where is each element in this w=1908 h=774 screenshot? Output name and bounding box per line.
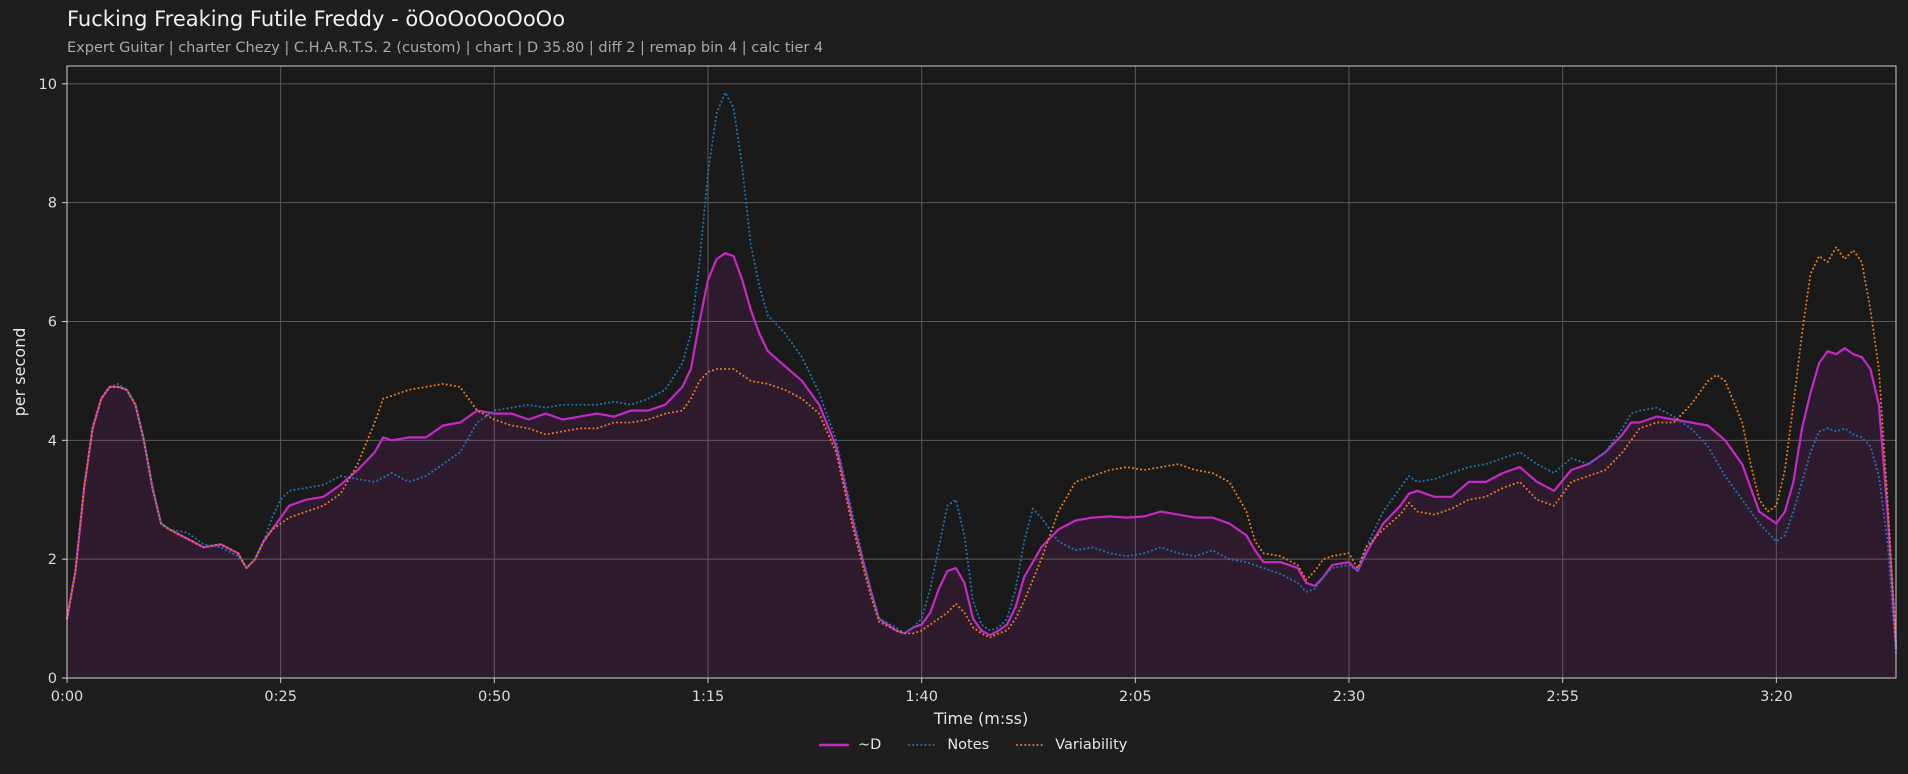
x-tick-label: 0:00 <box>51 689 84 705</box>
x-tick-label: 0:25 <box>264 689 297 705</box>
legend-item: Variability <box>1015 737 1127 753</box>
legend-item: Notes <box>907 737 989 753</box>
legend: ~D Notes Variability <box>818 737 1153 753</box>
legend-item: ~D <box>818 737 881 753</box>
y-tick-label: 8 <box>48 196 57 212</box>
y-tick-label: 4 <box>48 433 57 449</box>
legend-label: Variability <box>1055 737 1128 753</box>
legend-swatch <box>908 744 939 746</box>
x-tick-label: 0:50 <box>478 689 511 705</box>
x-tick-label: 2:55 <box>1546 689 1579 705</box>
legend-label: Notes <box>947 737 990 753</box>
x-axis-label: Time (m:ss) <box>933 709 1028 728</box>
line-chart: 0:00 0:25 0:50 1:15 1:40 2:05 2:30 2:55 3:20 0 2 4 6… <box>10 65 1898 728</box>
x-tick-label: 3:20 <box>1760 689 1793 705</box>
x-tick-label: 1:15 <box>692 689 725 705</box>
x-tick-label: 2:05 <box>1119 689 1152 705</box>
y-tick-label: 0 <box>48 671 57 687</box>
x-tick-label: 2:30 <box>1333 689 1366 705</box>
y-axis-label: per second <box>10 328 29 417</box>
x-tick-label: 1:40 <box>905 689 938 705</box>
legend-swatch <box>818 743 850 747</box>
legend-swatch <box>1016 744 1047 746</box>
legend-label: ~D <box>858 737 882 753</box>
y-tick-label: 10 <box>39 77 57 93</box>
y-tick-label: 6 <box>48 314 57 330</box>
y-tick-label: 2 <box>48 552 57 568</box>
